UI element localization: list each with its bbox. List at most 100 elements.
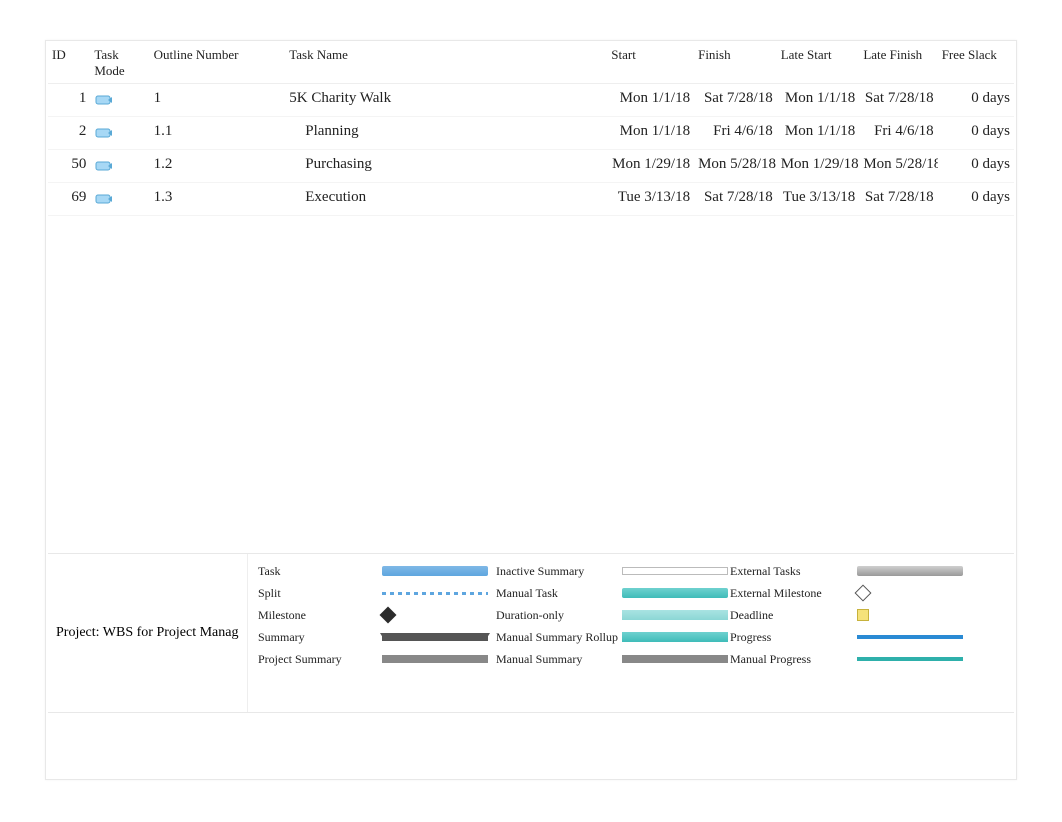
cell-task-mode[interactable] <box>90 183 149 216</box>
legend-label: Summary <box>258 630 378 645</box>
sw-split-icon <box>382 592 488 595</box>
col-header-late-start[interactable]: Late Start <box>777 43 860 84</box>
sw-msummary-icon <box>622 655 728 663</box>
legend-label: Manual Progress <box>730 652 860 667</box>
col-header-id[interactable]: ID <box>48 43 90 84</box>
task-name-text: 5K Charity Walk <box>289 90 391 106</box>
cell-id[interactable]: 1 <box>48 84 90 117</box>
cell-start[interactable]: Mon 1/1/18 <box>607 84 694 117</box>
cell-task-name[interactable]: Planning <box>285 117 607 150</box>
legend-item: Split <box>258 582 378 604</box>
cell-finish[interactable]: Mon 5/28/18 <box>694 150 777 183</box>
cell-outline-number[interactable]: 1.2 <box>150 150 286 183</box>
legend-swatch-row <box>378 582 488 604</box>
auto-schedule-icon <box>94 156 114 176</box>
task-name-text: Execution <box>289 189 366 206</box>
col-header-outline-number[interactable]: Outline Number <box>150 43 286 84</box>
cell-id[interactable]: 50 <box>48 150 90 183</box>
cell-task-name[interactable]: 5K Charity Walk <box>285 84 607 117</box>
cell-start[interactable]: Mon 1/29/18 <box>607 150 694 183</box>
table-row[interactable]: 21.1PlanningMon 1/1/18Fri 4/6/18Mon 1/1/… <box>48 117 1014 150</box>
cell-task-mode[interactable] <box>90 150 149 183</box>
cell-free-slack[interactable]: 0 days <box>938 183 1014 216</box>
sw-projsummary-icon <box>382 655 488 663</box>
sw-external-icon <box>857 566 963 576</box>
cell-finish[interactable]: Fri 4/6/18 <box>694 117 777 150</box>
cell-late-start[interactable]: Mon 1/1/18 <box>777 117 860 150</box>
cell-start[interactable]: Tue 3/13/18 <box>607 183 694 216</box>
legend-swatch-row <box>378 560 488 582</box>
legend-swatch-row <box>618 626 728 648</box>
sw-extmilestone-icon <box>855 585 872 602</box>
legend-label: Progress <box>730 630 860 645</box>
sw-milestone-icon <box>380 607 397 624</box>
sw-msrollup-icon <box>622 632 728 642</box>
cell-outline-number[interactable]: 1 <box>150 84 286 117</box>
task-grid: ID Task Mode Outline Number Task Name St… <box>48 43 1014 216</box>
cell-finish[interactable]: Sat 7/28/18 <box>694 84 777 117</box>
sw-mprogress-icon <box>857 657 963 661</box>
legend-swatch-row <box>853 648 963 670</box>
col-header-late-finish[interactable]: Late Finish <box>859 43 937 84</box>
auto-schedule-icon <box>94 90 114 110</box>
cell-id[interactable]: 69 <box>48 183 90 216</box>
legend-label: External Milestone <box>730 586 860 601</box>
cell-finish[interactable]: Sat 7/28/18 <box>694 183 777 216</box>
table-row[interactable]: 691.3ExecutionTue 3/13/18Sat 7/28/18Tue … <box>48 183 1014 216</box>
col-header-task-mode[interactable]: Task Mode <box>90 43 149 84</box>
legend-swatch-row <box>853 560 963 582</box>
legend-label: Deadline <box>730 608 860 623</box>
legend-label: Project Summary <box>258 652 378 667</box>
sw-progress-icon <box>857 635 963 639</box>
task-name-text: Purchasing <box>289 156 372 173</box>
legend-item: Milestone <box>258 604 378 626</box>
legend-label: Manual Summary <box>496 652 626 667</box>
legend-swatch-row <box>378 648 488 670</box>
task-grid-area: ID Task Mode Outline Number Task Name St… <box>48 43 1014 583</box>
auto-schedule-icon <box>94 189 114 209</box>
col-header-free-slack[interactable]: Free Slack <box>938 43 1014 84</box>
cell-free-slack[interactable]: 0 days <box>938 117 1014 150</box>
legend-swatch-row <box>618 582 728 604</box>
cell-task-mode[interactable] <box>90 84 149 117</box>
col-header-finish[interactable]: Finish <box>694 43 777 84</box>
cell-late-finish[interactable]: Sat 7/28/18 <box>859 183 937 216</box>
legend-region: Project: WBS for Project Manag Task Split… <box>48 553 1014 713</box>
legend-item: Task <box>258 560 378 582</box>
sw-summary-icon <box>382 633 488 641</box>
cell-id[interactable]: 2 <box>48 117 90 150</box>
cell-late-finish[interactable]: Mon 5/28/18 <box>859 150 937 183</box>
legend-label: Split <box>258 586 378 601</box>
cell-late-start[interactable]: Mon 1/1/18 <box>777 84 860 117</box>
legend-label: External Tasks <box>730 564 860 579</box>
legend-label: Milestone <box>258 608 378 623</box>
cell-free-slack[interactable]: 0 days <box>938 84 1014 117</box>
auto-schedule-icon <box>94 123 114 143</box>
col-header-task-name[interactable]: Task Name <box>285 43 607 84</box>
legend-body: Task Split Milestone Summary Project Summary… <box>248 554 1014 712</box>
project-title: Project: WBS for Project Manag <box>56 625 239 641</box>
cell-outline-number[interactable]: 1.1 <box>150 117 286 150</box>
sw-manualtask-icon <box>622 588 728 598</box>
cell-free-slack[interactable]: 0 days <box>938 150 1014 183</box>
table-row[interactable]: 501.2PurchasingMon 1/29/18Mon 5/28/18Mon… <box>48 150 1014 183</box>
cell-outline-number[interactable]: 1.3 <box>150 183 286 216</box>
table-row[interactable]: 115K Charity WalkMon 1/1/18Sat 7/28/18Mo… <box>48 84 1014 117</box>
cell-late-finish[interactable]: Fri 4/6/18 <box>859 117 937 150</box>
task-name-text: Planning <box>289 123 358 140</box>
cell-start[interactable]: Mon 1/1/18 <box>607 117 694 150</box>
cell-task-name[interactable]: Purchasing <box>285 150 607 183</box>
legend-swatch-row <box>853 604 963 626</box>
legend-swatch-row <box>618 648 728 670</box>
legend-item: Summary <box>258 626 378 648</box>
legend-label: Inactive Summary <box>496 564 626 579</box>
cell-task-name[interactable]: Execution <box>285 183 607 216</box>
cell-late-start[interactable]: Mon 1/29/18 <box>777 150 860 183</box>
legend-swatch-row <box>618 604 728 626</box>
legend-label: Manual Task <box>496 586 626 601</box>
col-header-start[interactable]: Start <box>607 43 694 84</box>
cell-late-finish[interactable]: Sat 7/28/18 <box>859 84 937 117</box>
legend-swatch-row <box>378 604 488 626</box>
cell-task-mode[interactable] <box>90 117 149 150</box>
cell-late-start[interactable]: Tue 3/13/18 <box>777 183 860 216</box>
